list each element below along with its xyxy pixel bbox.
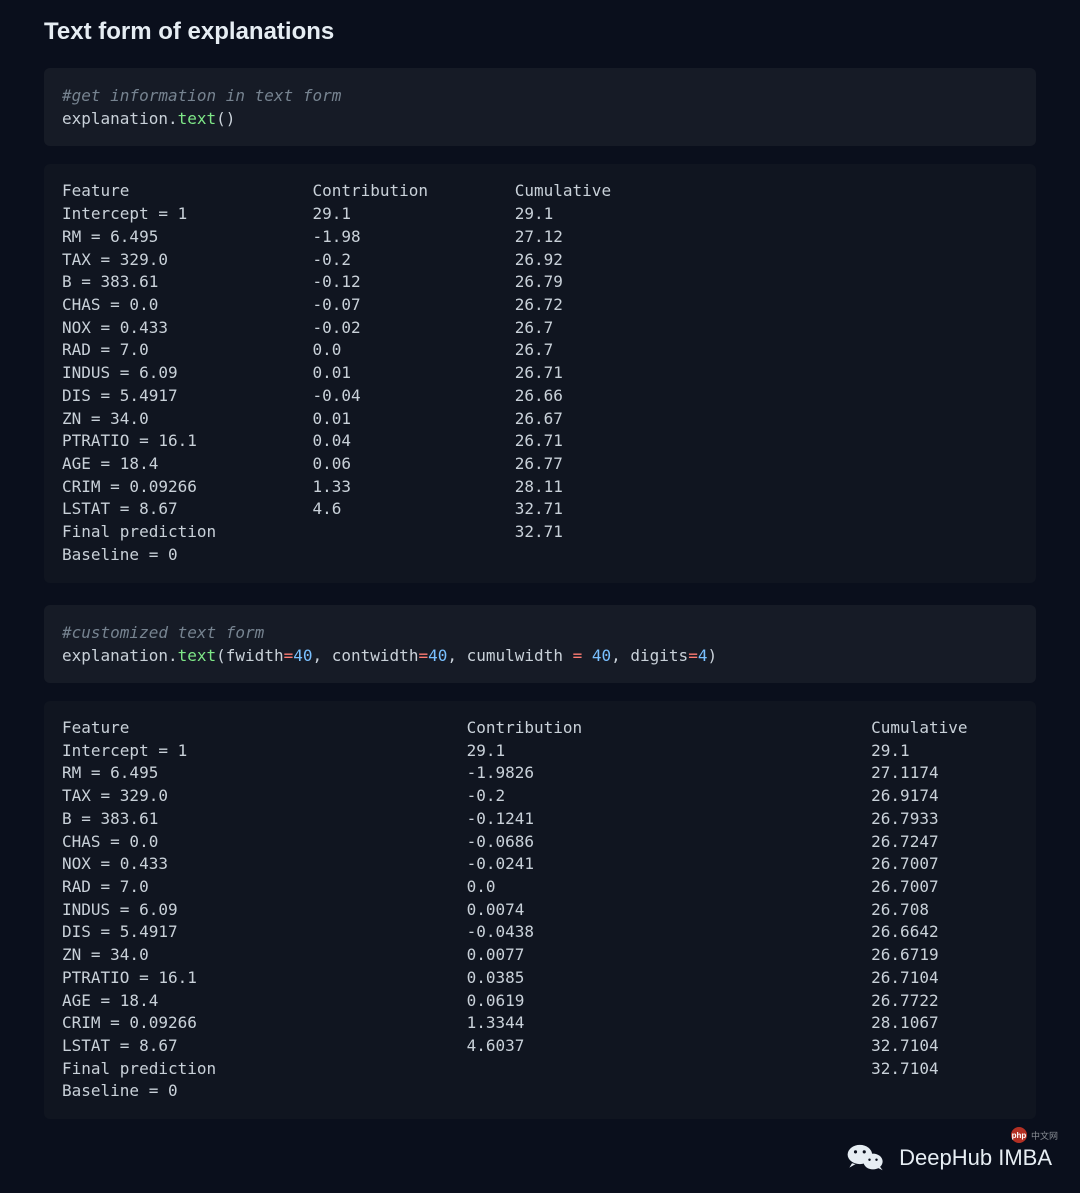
code-func: text <box>178 646 217 665</box>
page-container: Text form of explanations #get informati… <box>0 0 1080 1181</box>
code-eq: = <box>688 646 698 665</box>
code-block-2: #customized text form explanation.text(f… <box>44 605 1036 683</box>
code-param: contwidth <box>332 646 419 665</box>
code-param: cumulwidth <box>467 646 573 665</box>
code-sep: , <box>611 646 630 665</box>
code-object: explanation <box>62 109 168 128</box>
code-paren-close: ) <box>707 646 717 665</box>
code-number: 40 <box>293 646 312 665</box>
code-dot: . <box>168 109 178 128</box>
code-param: digits <box>630 646 688 665</box>
code-paren-open: ( <box>216 109 226 128</box>
page-title: Text form of explanations <box>44 18 1036 46</box>
code-eq: = <box>573 646 592 665</box>
code-paren-close: ) <box>226 109 236 128</box>
code-eq: = <box>284 646 294 665</box>
code-number: 40 <box>428 646 447 665</box>
code-dot: . <box>168 646 178 665</box>
code-object: explanation <box>62 646 168 665</box>
output-block-2: Feature Contribution Cumulative Intercep… <box>44 701 1036 1119</box>
code-block-1: #get information in text form explanatio… <box>44 68 1036 146</box>
code-param: fwidth <box>226 646 284 665</box>
code-comment: #get information in text form <box>62 86 341 105</box>
code-sep: , <box>447 646 466 665</box>
output-block-1: Feature Contribution Cumulative Intercep… <box>44 164 1036 582</box>
code-func: text <box>178 109 217 128</box>
code-paren-open: ( <box>216 646 226 665</box>
code-comment: #customized text form <box>62 623 264 642</box>
code-sep: , <box>312 646 331 665</box>
code-eq: = <box>418 646 428 665</box>
code-number: 40 <box>592 646 611 665</box>
